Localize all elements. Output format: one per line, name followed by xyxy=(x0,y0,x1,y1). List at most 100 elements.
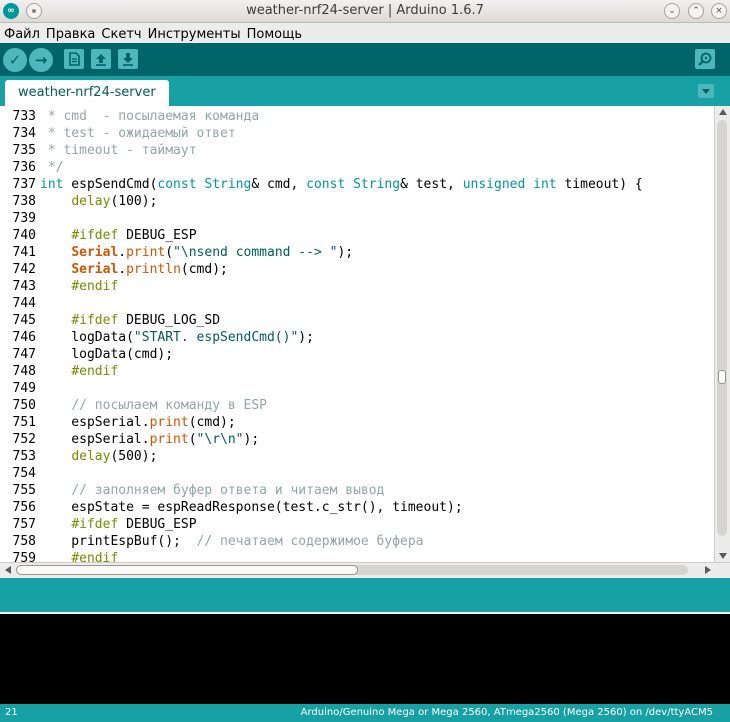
title-bar: ∞ weather-nrf24-server | Arduino 1.6.7 ⌄… xyxy=(0,0,730,23)
code-line[interactable]: 749 xyxy=(0,380,40,397)
tab-weather-nrf24-server[interactable]: weather-nrf24-server xyxy=(5,80,169,106)
scroll-down-icon[interactable] xyxy=(719,553,727,559)
window-title: weather-nrf24-server | Arduino 1.6.7 xyxy=(246,3,484,18)
line-number-gutter: 735 xyxy=(12,143,36,158)
menu-help[interactable]: Помощь xyxy=(244,25,305,45)
code-token: int xyxy=(40,177,64,192)
code-line[interactable]: 756 espState = espReadResponse(test.c_st… xyxy=(0,499,463,516)
code-line[interactable]: 745 #ifdef DEBUG_LOG_SD xyxy=(0,312,221,329)
code-line[interactable]: 750 // посылаем команду в ESP xyxy=(0,397,267,414)
code-token: ); xyxy=(298,330,314,345)
code-line[interactable]: 734 * test - ожидаемый ответ xyxy=(0,125,236,142)
line-number-gutter: 740 xyxy=(12,228,36,243)
menu-edit[interactable]: Правка xyxy=(43,25,98,45)
hscroll-track[interactable] xyxy=(16,565,688,575)
menu-file[interactable]: Файл xyxy=(0,25,43,45)
hscroll-thumb[interactable] xyxy=(16,565,358,575)
code-token: Serial xyxy=(71,262,119,277)
line-number-gutter: 750 xyxy=(12,398,36,413)
code-line[interactable]: 740 #ifdef DEBUG_ESP xyxy=(0,227,197,244)
upload-button[interactable]: → xyxy=(29,48,53,72)
code-line[interactable]: 742 Serial.println(cmd); xyxy=(0,261,228,278)
console-output[interactable] xyxy=(0,614,730,704)
code-token: #ifdef xyxy=(71,517,119,532)
code-token: (cmd); xyxy=(188,415,236,430)
vertical-scrollbar[interactable] xyxy=(714,106,730,562)
horizontal-scrollbar[interactable] xyxy=(0,562,730,578)
code-line[interactable]: 739 xyxy=(0,210,40,227)
verify-button[interactable]: ✓ xyxy=(3,48,27,72)
serial-monitor-button[interactable] xyxy=(695,49,715,69)
code-line[interactable]: 736 */ xyxy=(0,159,64,176)
line-number-gutter: 759 xyxy=(12,551,36,562)
code-line[interactable]: 741 Serial.print("\nsend command --> "); xyxy=(0,244,354,261)
line-number-gutter: 749 xyxy=(12,381,36,396)
code-token: // заполняем буфер ответа и читаем вывод xyxy=(71,483,385,498)
code-line[interactable]: 751 espSerial.print(cmd); xyxy=(0,414,236,431)
open-sketch-button[interactable] xyxy=(91,49,111,69)
line-number-gutter: 733 xyxy=(12,109,36,124)
code-line[interactable]: 757 #ifdef DEBUG_ESP xyxy=(0,516,197,533)
code-token: print xyxy=(126,245,166,260)
tab-menu-chevron-down-icon[interactable] xyxy=(698,84,714,98)
maximize-icon[interactable]: ⌃ xyxy=(688,3,704,19)
code-line[interactable]: 744 xyxy=(0,295,40,312)
menu-sketch[interactable]: Скетч xyxy=(98,25,144,45)
line-number-gutter: 743 xyxy=(12,279,36,294)
code-line[interactable]: 733 * cmd - посылаемая команда xyxy=(0,108,260,125)
line-number-gutter: 751 xyxy=(12,415,36,430)
minimize-icon[interactable]: ⌄ xyxy=(664,3,680,19)
code-token: const xyxy=(306,177,346,192)
code-line[interactable]: 738 delay(100); xyxy=(0,193,158,210)
line-number-gutter: 741 xyxy=(12,245,36,260)
new-sketch-button[interactable] xyxy=(64,49,84,69)
save-sketch-button[interactable] xyxy=(118,49,138,69)
code-token: espState = espReadResponse(test.c_str(),… xyxy=(40,500,463,515)
code-line[interactable]: 758 printEspBuf(); // печатаем содержимо… xyxy=(0,533,424,550)
code-token: ); xyxy=(337,245,354,260)
code-token: * test - ожидаемый ответ xyxy=(40,126,236,141)
code-line[interactable]: 752 espSerial.print("\r\n"); xyxy=(0,431,260,448)
code-line[interactable]: 753 delay(500); xyxy=(0,448,158,465)
code-line[interactable]: 746 logData("START. espSendCmd()"); xyxy=(0,329,314,346)
code-editor[interactable]: 733 * cmd - посылаемая команда 734 * test… xyxy=(0,106,730,562)
scroll-thumb[interactable] xyxy=(718,370,726,384)
line-number-gutter: 753 xyxy=(12,449,36,464)
code-line[interactable]: 743 #endif xyxy=(0,278,119,295)
arrow-up-icon xyxy=(96,54,106,66)
arrow-down-icon xyxy=(123,53,133,66)
code-line[interactable]: 754 xyxy=(0,465,40,482)
line-number-gutter: 745 xyxy=(12,313,36,328)
code-line[interactable]: 759 #endif xyxy=(0,550,119,562)
code-token: logData(cmd); xyxy=(40,347,174,362)
close-icon[interactable]: × xyxy=(711,3,727,19)
code-token: "\r\n" xyxy=(196,432,244,447)
code-token: print xyxy=(149,415,189,430)
line-number-gutter: 738 xyxy=(12,194,36,209)
scroll-track[interactable] xyxy=(717,120,727,536)
code-line[interactable]: 755 // заполняем буфер ответа и читаем в… xyxy=(0,482,385,499)
code-line[interactable]: 748 #endif xyxy=(0,363,119,380)
code-line[interactable]: 747 logData(cmd); xyxy=(0,346,174,363)
scroll-up-icon[interactable] xyxy=(719,109,727,115)
code-token: . xyxy=(118,262,127,277)
scroll-left-icon[interactable] xyxy=(5,566,11,574)
line-number-gutter: 739 xyxy=(12,211,36,226)
code-token: String xyxy=(204,177,252,192)
line-number-gutter: 758 xyxy=(12,534,36,549)
code-token: espSendCmd( xyxy=(63,177,158,192)
line-number-gutter: 744 xyxy=(12,296,36,311)
code-token: & test, xyxy=(400,177,463,192)
menu-tools[interactable]: Инструменты xyxy=(145,25,244,45)
scroll-right-icon[interactable] xyxy=(705,566,711,574)
code-line[interactable]: 737 int espSendCmd(const String& cmd, con… xyxy=(0,176,643,193)
code-line[interactable]: 735 * timeout - таймаут xyxy=(0,142,197,159)
